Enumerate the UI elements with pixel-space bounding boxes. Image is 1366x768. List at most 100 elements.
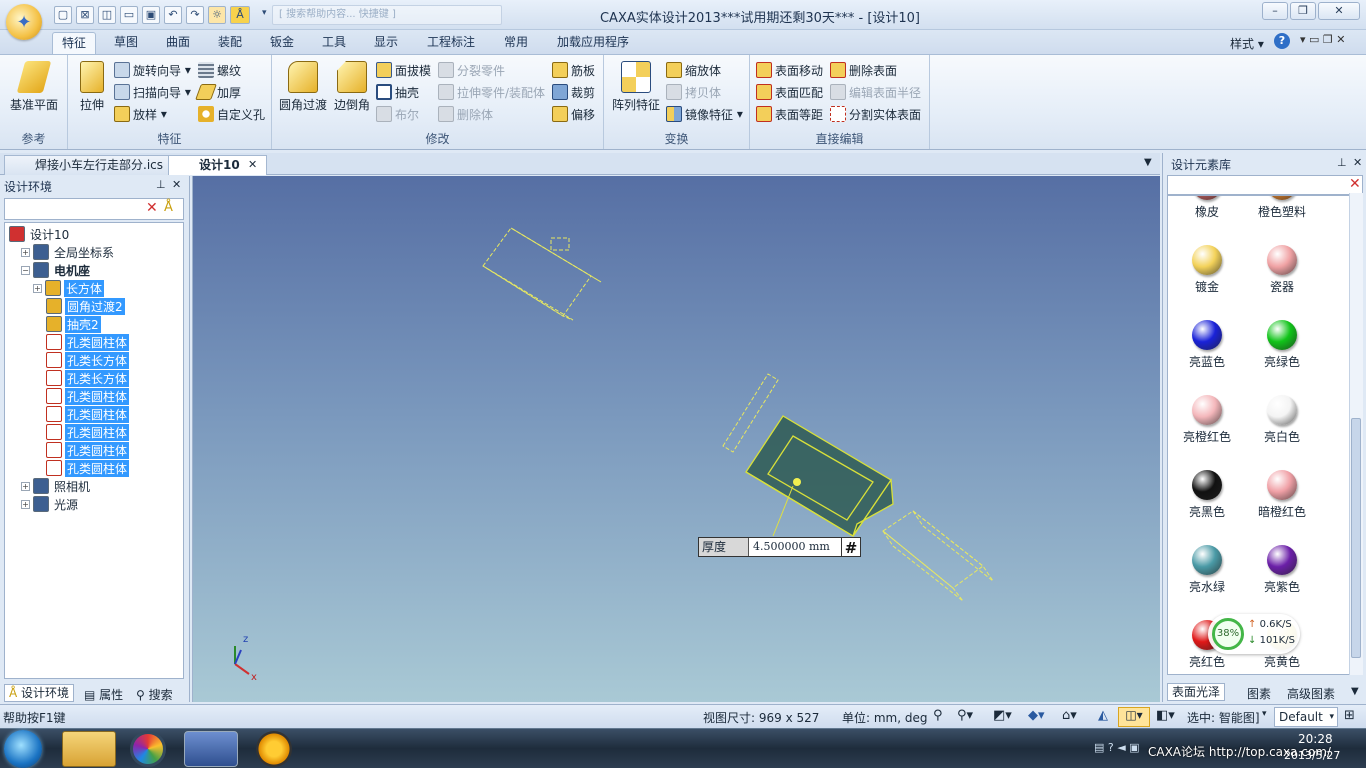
tree-node[interactable]: + 光源 [21,495,80,513]
doc-tab-ics[interactable]: 焊接小车左行走部分.ics [4,155,174,175]
rib-button[interactable]: 筋板 [552,60,595,80]
help-icon[interactable]: ? [1274,33,1290,49]
thread-button[interactable]: 螺纹 [198,60,241,80]
env-filter-icon[interactable]: Å [164,200,173,215]
new-design-icon[interactable]: ◫ [98,6,116,24]
close-button[interactable]: ✕ [1318,2,1360,20]
tree-node[interactable]: 孔类圆柱体 [33,405,130,423]
tab-surface[interactable]: 曲面 [157,32,199,54]
new-template-icon[interactable]: ⊠ [76,6,94,24]
trim-button[interactable]: 裁剪 [552,82,595,102]
tab-feature[interactable]: 特征 [52,32,97,54]
tree-expander-icon[interactable]: + [21,247,30,257]
delete-body-button[interactable]: 删除体 [438,104,493,124]
panel-close-icon[interactable]: ✕ [172,178,181,191]
scale-body-button[interactable]: 缩放体 [666,60,721,80]
mirror-feature-button[interactable]: 镜像特征 ▾ [666,104,743,124]
library-pin-icon[interactable]: ⊥ [1337,156,1347,169]
tabs-dropdown-icon[interactable]: ▼ [1144,157,1152,168]
loft-button[interactable]: 放样 ▾ [114,104,167,124]
material-swatch[interactable]: 亮黑色 [1172,470,1242,520]
tab-annotation[interactable]: 工程标注 [418,32,484,54]
zoom-icon[interactable]: ⚲ [933,708,943,723]
tree-node[interactable]: 孔类长方体 [33,369,130,387]
player-icon[interactable] [256,731,292,767]
custom-hole-button[interactable]: 自定义孔 [198,104,265,124]
sweep-wizard-button[interactable]: 扫描向导 ▾ [114,82,191,102]
camera-icon[interactable]: ⌂▾ [1062,708,1077,723]
selected-part[interactable] [745,415,894,537]
undo-icon[interactable]: ↶ [164,6,182,24]
tray-icons[interactable]: ▤ ? ◄ ▣ [1094,741,1140,754]
draft-face-button[interactable]: 面拔模 [376,60,431,80]
new-file-icon[interactable]: ▢ [54,6,72,24]
design-env-icon[interactable]: Å [230,6,250,24]
library-clear-icon[interactable]: ✕ [1349,176,1361,192]
tab-primitives[interactable]: 图素 [1247,685,1271,702]
material-swatch[interactable]: 亮白色 [1247,395,1317,445]
fillet-button[interactable]: 圆角过渡 [278,61,328,113]
offset-face-button[interactable]: 表面等距 [756,104,823,124]
chamfer-button[interactable]: 边倒角 [332,61,372,113]
material-swatch[interactable]: 镀金 [1172,245,1242,295]
grid-icon[interactable]: ⊞ [1344,708,1355,723]
split-part-button[interactable]: 分裂零件 [438,60,505,80]
gear-light-icon[interactable]: ☼ [208,6,226,24]
tree-expander-icon[interactable]: + [21,481,30,491]
clear-filter-icon[interactable]: ✕ [146,200,158,216]
thickness-value-input[interactable]: 4.500000 mm [749,538,830,556]
material-swatch[interactable]: 暗橙红色 [1247,470,1317,520]
section-icon[interactable]: ◭ [1098,708,1108,723]
revolve-wizard-button[interactable]: 旋转向导 ▾ [114,60,191,80]
tree-expander-icon[interactable]: + [21,499,30,509]
pattern-feature-button[interactable]: 阵列特征 [608,61,664,113]
library-search-input[interactable] [1167,175,1363,195]
material-swatch[interactable]: 亮水绿 [1172,545,1242,595]
tab-sketch[interactable]: 草图 [105,32,147,54]
mdi-controls[interactable]: ▾ ▭ ❐ ✕ [1300,33,1345,46]
app-logo-icon[interactable]: ✦ [6,4,42,40]
match-face-button[interactable]: 表面匹配 [756,82,823,102]
material-swatch[interactable]: 亮橙红色 [1172,395,1242,445]
tree-node[interactable]: 圆角过渡2 [33,297,125,315]
material-swatch[interactable]: 橡皮 [1172,196,1242,220]
pin-icon[interactable]: ⊥ [156,178,166,191]
library-tabs-dropdown-icon[interactable]: ▼ [1351,686,1359,697]
material-swatch[interactable]: 橙色塑料 [1247,196,1317,220]
clock-time[interactable]: 20:28 [1298,732,1333,746]
copy-body-button[interactable]: 拷贝体 [666,82,721,102]
split-face-button[interactable]: 分割实体表面 [830,104,921,124]
move-face-button[interactable]: 表面移动 [756,60,823,80]
maximize-button[interactable]: ❐ [1290,2,1316,20]
tab-assembly[interactable]: 装配 [209,32,251,54]
handle-point[interactable] [793,478,801,486]
library-scroll-thumb[interactable] [1351,418,1361,658]
datum-plane-button[interactable]: 基准平面 [4,61,64,113]
selection-mode-dropdown-icon[interactable]: ▾ [1262,709,1267,719]
material-swatch[interactable]: 亮绿色 [1247,320,1317,370]
close-tab-icon[interactable]: ✕ [248,158,257,171]
tab-design-env[interactable]: Å 设计环境 [4,684,75,702]
tree-node[interactable]: + 长方体 [33,279,105,297]
offset-button[interactable]: 偏移 [552,104,595,124]
tree-node[interactable]: 孔类圆柱体 [33,441,130,459]
tab-common[interactable]: 常用 [495,32,537,54]
render-mode-icon[interactable]: ◆▾ [1028,708,1045,723]
tree-node[interactable]: 设计10 [9,225,71,243]
media-center-icon[interactable] [130,731,166,767]
boolean-button[interactable]: 布尔 [376,104,419,124]
tab-display[interactable]: 显示 [365,32,407,54]
zoom-window-icon[interactable]: ⚲▾ [957,708,973,723]
tab-advanced-primitives[interactable]: 高级图素 [1287,685,1335,702]
tab-surface-gloss[interactable]: 表面光泽 [1167,683,1226,701]
tree-node[interactable]: − 电机座 [21,261,92,279]
thickness-input-box[interactable]: 厚度 4.500000 mm [698,537,860,557]
tab-properties[interactable]: ▤ 属性 [84,686,123,703]
minimize-button[interactable]: – [1262,2,1288,20]
qat-customize-icon[interactable]: ▾ [262,8,267,18]
caxa-task-icon[interactable] [184,731,238,767]
extrude-button[interactable]: 拉伸 [72,61,112,113]
edit-face-radius-button[interactable]: 编辑表面半径 [830,82,921,102]
material-swatch[interactable]: 亮紫色 [1247,545,1317,595]
3d-viewport[interactable]: z x 厚度 4.500000 mm # [192,176,1160,702]
